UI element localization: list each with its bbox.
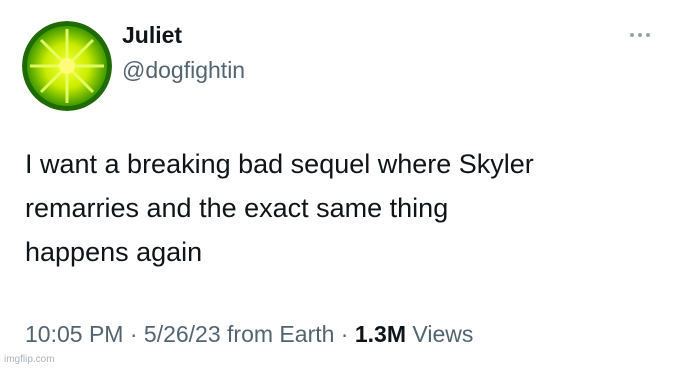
tweet-card: Juliet @dogfightin I want a breaking bad… <box>0 0 677 369</box>
tweet-time[interactable]: 10:05 PM <box>25 321 123 347</box>
avatar[interactable] <box>22 21 112 111</box>
watermark: imgflip.com <box>4 354 55 365</box>
meta-separator: · <box>123 321 144 347</box>
views-count[interactable]: 1.3M <box>355 321 406 347</box>
tweet-meta: 10:05 PM · 5/26/23 from Earth · 1.3M Vie… <box>25 319 473 349</box>
tweet-text: I want a breaking bad sequel where Skyle… <box>25 149 534 267</box>
more-options-button[interactable] <box>622 26 658 44</box>
limewire-logo-icon <box>22 21 112 111</box>
author-handle[interactable]: @dogfightin <box>122 55 245 85</box>
views-label: Views <box>406 321 474 347</box>
more-horizontal-icon-dot <box>638 33 642 37</box>
more-horizontal-icon-dot <box>646 33 650 37</box>
more-horizontal-icon <box>630 33 634 37</box>
meta-separator: · <box>334 321 355 347</box>
tweet-date[interactable]: 5/26/23 <box>144 321 221 347</box>
author-display-name[interactable]: Juliet <box>122 20 182 50</box>
tweet-source: from Earth <box>220 321 335 347</box>
